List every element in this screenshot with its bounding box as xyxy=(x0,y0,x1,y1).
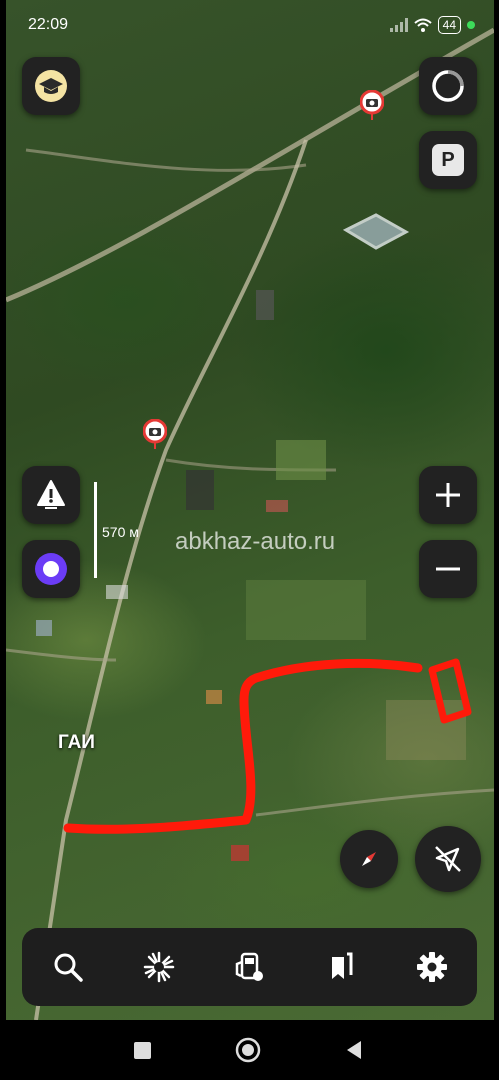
recents-icon xyxy=(133,1041,151,1059)
zoom-out-button[interactable] xyxy=(419,540,477,598)
home-button[interactable] xyxy=(234,1036,262,1064)
settings-icon xyxy=(416,952,447,982)
bottom-toolbar xyxy=(22,928,477,1006)
fuel-icon xyxy=(235,952,263,981)
warning-triangle-icon xyxy=(37,480,65,509)
building xyxy=(342,213,410,250)
discover-icon xyxy=(143,951,174,983)
zoom-in-button[interactable] xyxy=(419,466,477,524)
status-icons: 44 xyxy=(389,16,475,34)
system-navigation-bar xyxy=(0,1020,499,1080)
green-dot-icon xyxy=(467,21,475,29)
alice-assistant-icon xyxy=(35,553,67,585)
place-label[interactable]: ГАИ xyxy=(58,732,95,754)
field xyxy=(246,580,366,640)
speed-camera-marker[interactable] xyxy=(359,89,385,125)
building xyxy=(266,500,288,512)
home-icon xyxy=(235,1037,261,1063)
speed-camera-marker[interactable] xyxy=(142,418,168,454)
minus-icon xyxy=(436,567,460,571)
signal-icon xyxy=(389,18,408,32)
settings-button[interactable] xyxy=(402,937,462,997)
search-button[interactable] xyxy=(38,937,98,997)
map-scale-label: 570 м xyxy=(102,524,139,540)
graduation-cap-icon xyxy=(35,70,67,102)
map-scale-bar xyxy=(94,482,97,578)
bookmarks-icon xyxy=(331,952,352,979)
report-incident-button[interactable] xyxy=(22,466,80,524)
speed-camera-icon xyxy=(359,89,385,120)
compass-button[interactable] xyxy=(340,830,398,888)
speed-camera-icon xyxy=(142,418,168,449)
back-icon xyxy=(347,1041,361,1059)
status-bar: 22:09 44 xyxy=(0,0,499,50)
building xyxy=(186,470,214,510)
road xyxy=(6,648,117,662)
field xyxy=(386,700,466,760)
road xyxy=(255,788,494,817)
building xyxy=(106,585,128,599)
building xyxy=(231,845,249,861)
navigation-off-icon xyxy=(435,846,461,872)
parking-button[interactable]: P xyxy=(419,131,477,189)
alice-button[interactable] xyxy=(22,540,80,598)
plus-icon xyxy=(436,483,460,507)
loading-button[interactable] xyxy=(419,57,477,115)
back-button[interactable] xyxy=(340,1036,368,1064)
wifi-icon xyxy=(413,18,432,32)
battery-icon: 44 xyxy=(437,16,461,34)
field xyxy=(276,440,326,480)
fuel-button[interactable] xyxy=(220,937,280,997)
recents-button[interactable] xyxy=(128,1036,156,1064)
watermark: abkhaz-auto.ru xyxy=(175,528,336,555)
status-time: 22:09 xyxy=(28,16,69,33)
parking-icon: P xyxy=(432,144,464,176)
discover-button[interactable] xyxy=(129,937,189,997)
learning-button[interactable] xyxy=(22,57,80,115)
drawn-route xyxy=(63,658,423,834)
building xyxy=(206,690,222,704)
compass-icon xyxy=(362,852,376,866)
building xyxy=(256,290,274,320)
bookmarks-button[interactable] xyxy=(311,937,371,997)
road xyxy=(25,148,307,172)
search-icon xyxy=(54,953,83,982)
building xyxy=(36,620,52,636)
loading-circle-icon xyxy=(432,70,464,102)
navigation-toggle-button[interactable] xyxy=(415,826,481,892)
